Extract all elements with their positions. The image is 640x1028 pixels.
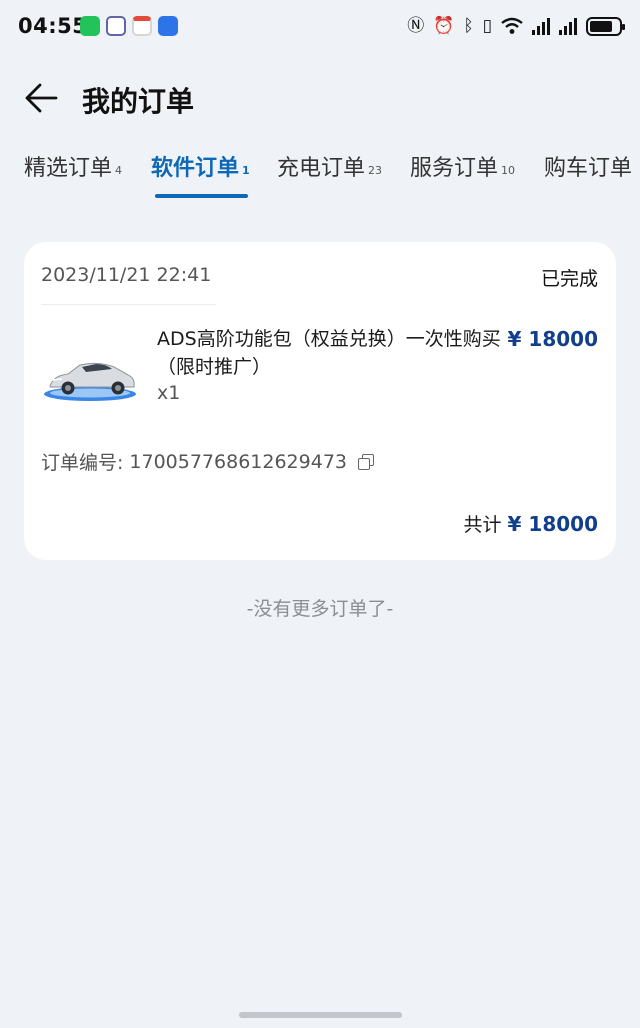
tab-label: 购车订单: [544, 156, 633, 181]
signal-icon: [532, 17, 550, 35]
order-date: 2023/11/21 22:41: [41, 264, 212, 286]
bluetooth-icon: ᛒ: [463, 16, 474, 36]
order-card[interactable]: 2023/11/21 22:41 已完成 ADS高阶功能包（权益兑换）一次性购买…: [24, 242, 616, 560]
total-label: 共计: [463, 514, 502, 536]
tab-count: 1: [242, 164, 250, 177]
alarm-icon: ⏰: [433, 16, 455, 36]
battery-icon: [586, 16, 625, 36]
tab-featured-orders[interactable]: 精选订单 4: [24, 150, 122, 182]
order-status: 已完成: [540, 268, 598, 290]
copy-icon[interactable]: [357, 453, 375, 471]
home-indicator[interactable]: [239, 1012, 402, 1018]
notification-icons: [80, 16, 178, 36]
product-price: ¥ 18000: [507, 327, 598, 351]
nfc-icon: Ⓝ: [407, 16, 425, 36]
car-thumbnail-image: [44, 362, 136, 401]
tab-count: 10: [501, 164, 516, 177]
back-button[interactable]: [22, 78, 62, 118]
total-amount: ¥ 18000: [507, 512, 598, 536]
system-icons: Ⓝ ⏰ ᛒ ▯: [407, 14, 625, 38]
page-header: 我的订单: [0, 70, 640, 126]
tab-software-orders[interactable]: 软件订单 1: [151, 150, 250, 182]
tab-label: 服务订单: [410, 156, 499, 181]
hicar-icon: [158, 16, 178, 36]
status-bar: 04:55 Ⓝ ⏰ ᛒ ▯: [0, 0, 640, 56]
page-title: 我的订单: [82, 85, 195, 118]
order-tabs: 精选订单 4 软件订单 1 充电订单 23 服务订单 10 购车订单: [0, 150, 640, 206]
tab-count: 23: [368, 164, 383, 177]
no-more-orders-text: -没有更多订单了-: [246, 598, 394, 620]
tab-label: 精选订单: [24, 156, 113, 181]
order-total: 共计 ¥ 18000: [463, 510, 598, 537]
back-arrow-icon: [25, 83, 58, 113]
tab-service-orders[interactable]: 服务订单 10: [410, 150, 515, 182]
order-number-label: 订单编号:: [41, 452, 124, 474]
active-tab-indicator: [155, 194, 248, 198]
tab-label: 充电订单: [277, 156, 366, 181]
tab-count: 4: [115, 164, 123, 177]
calendar-icon: [132, 16, 152, 36]
wechat-icon: [80, 16, 100, 36]
wifi-icon: [501, 17, 523, 34]
divider: [41, 304, 216, 305]
signal-icon: [559, 17, 577, 35]
product-name: ADS高阶功能包（权益兑换）一次性购买（限时推广）: [157, 328, 501, 378]
status-time: 04:55: [18, 14, 88, 38]
vibrate-icon: ▯: [482, 16, 492, 36]
tab-charging-orders[interactable]: 充电订单 23: [277, 150, 382, 182]
tab-label: 软件订单: [151, 156, 240, 181]
product-quantity: x1: [157, 382, 181, 404]
tab-car-purchase-orders[interactable]: 购车订单: [544, 150, 632, 182]
teams-icon: [106, 16, 126, 36]
order-number-value: 170057768612629473: [129, 450, 347, 473]
order-number-row: 订单编号: 170057768612629473: [41, 448, 375, 475]
